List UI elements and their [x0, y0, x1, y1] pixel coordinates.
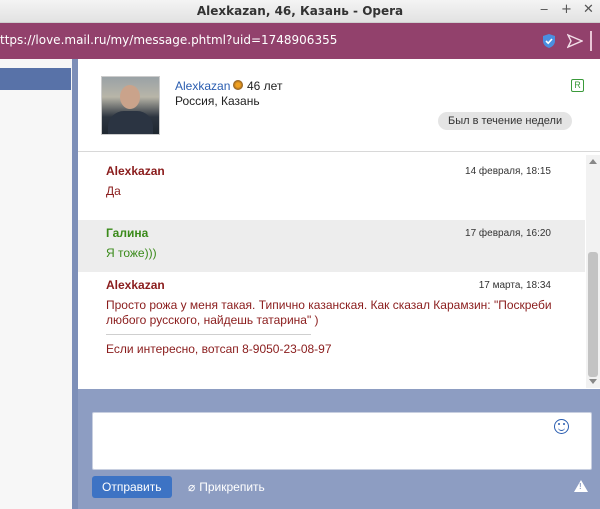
- message-text: Просто рожа у меня такая. Типично казанс…: [106, 298, 552, 327]
- zodiac-icon: [233, 80, 243, 90]
- message-text: Я тоже))): [106, 246, 157, 260]
- real-badge: R: [571, 79, 584, 92]
- smiley-icon[interactable]: [554, 419, 569, 434]
- scroll-up-arrow-icon[interactable]: [589, 159, 597, 164]
- message-author[interactable]: Галина: [106, 226, 148, 240]
- profile-header: Alexkazan 46 лет Россия, Казань R Был в …: [78, 59, 600, 152]
- attach-label: Прикрепить: [199, 480, 265, 494]
- smiley-mouth: [558, 426, 565, 431]
- message-dialog: Alexkazan 46 лет Россия, Казань R Был в …: [78, 59, 600, 509]
- left-nav-active-item[interactable]: [0, 68, 71, 90]
- message-item: Alexkazan 14 февраля, 18:15 Да: [78, 158, 585, 220]
- compose-area: Отправить ⌀ Прикрепить !: [78, 389, 600, 509]
- messages-scrollbar[interactable]: [586, 155, 600, 388]
- avatar-head: [120, 85, 140, 109]
- message-time: 17 марта, 18:34: [478, 280, 551, 291]
- scroll-down-arrow-icon[interactable]: [589, 379, 597, 384]
- profile-name-link[interactable]: Alexkazan: [175, 79, 230, 93]
- paperclip-icon: ⌀: [188, 480, 196, 494]
- message-item: Галина 17 февраля, 16:20 Я тоже))): [78, 220, 585, 272]
- warning-mark: !: [579, 482, 582, 491]
- online-status-badge: Был в течение недели: [438, 112, 573, 130]
- send-page-icon[interactable]: [567, 33, 583, 49]
- avatar[interactable]: [101, 76, 160, 135]
- left-panel: [0, 59, 78, 509]
- profile-location: Россия, Казань: [175, 94, 260, 108]
- window-titlebar: Alexkazan, 46, Казань - Opera ‒ + ✕: [0, 0, 600, 23]
- scroll-thumb[interactable]: [588, 252, 598, 377]
- maximize-button[interactable]: +: [561, 2, 572, 17]
- message-item: Alexkazan 17 марта, 18:34 Просто рожа у …: [78, 272, 585, 389]
- message-author[interactable]: Alexkazan: [106, 164, 165, 178]
- menu-icon[interactable]: [590, 31, 592, 51]
- address-bar: ttps://love.mail.ru/my/message.phtml?uid…: [0, 23, 600, 59]
- smiley-eye: [558, 423, 560, 425]
- url-field[interactable]: ttps://love.mail.ru/my/message.phtml?uid…: [0, 33, 337, 47]
- message-text-extra: Если интересно, вотсап 8-9050-23-08-97: [106, 342, 332, 356]
- send-button[interactable]: Отправить: [92, 476, 172, 498]
- message-divider: [106, 334, 311, 335]
- close-button[interactable]: ✕: [583, 2, 594, 17]
- minimize-button[interactable]: ‒: [540, 2, 548, 17]
- message-text: Да: [106, 184, 121, 198]
- shield-check-icon[interactable]: [542, 34, 556, 48]
- avatar-body: [108, 111, 153, 134]
- smiley-eye: [563, 423, 565, 425]
- window-title: Alexkazan, 46, Казань - Opera: [196, 4, 404, 18]
- message-time: 14 февраля, 18:15: [465, 166, 551, 177]
- message-author[interactable]: Alexkazan: [106, 278, 165, 292]
- message-list: Alexkazan 14 февраля, 18:15 Да Галина 17…: [78, 158, 585, 389]
- message-input[interactable]: [92, 412, 592, 470]
- warning-icon[interactable]: !: [574, 480, 588, 492]
- message-time: 17 февраля, 16:20: [465, 228, 551, 239]
- attach-button[interactable]: ⌀ Прикрепить: [188, 480, 265, 494]
- profile-age: 46 лет: [247, 79, 283, 93]
